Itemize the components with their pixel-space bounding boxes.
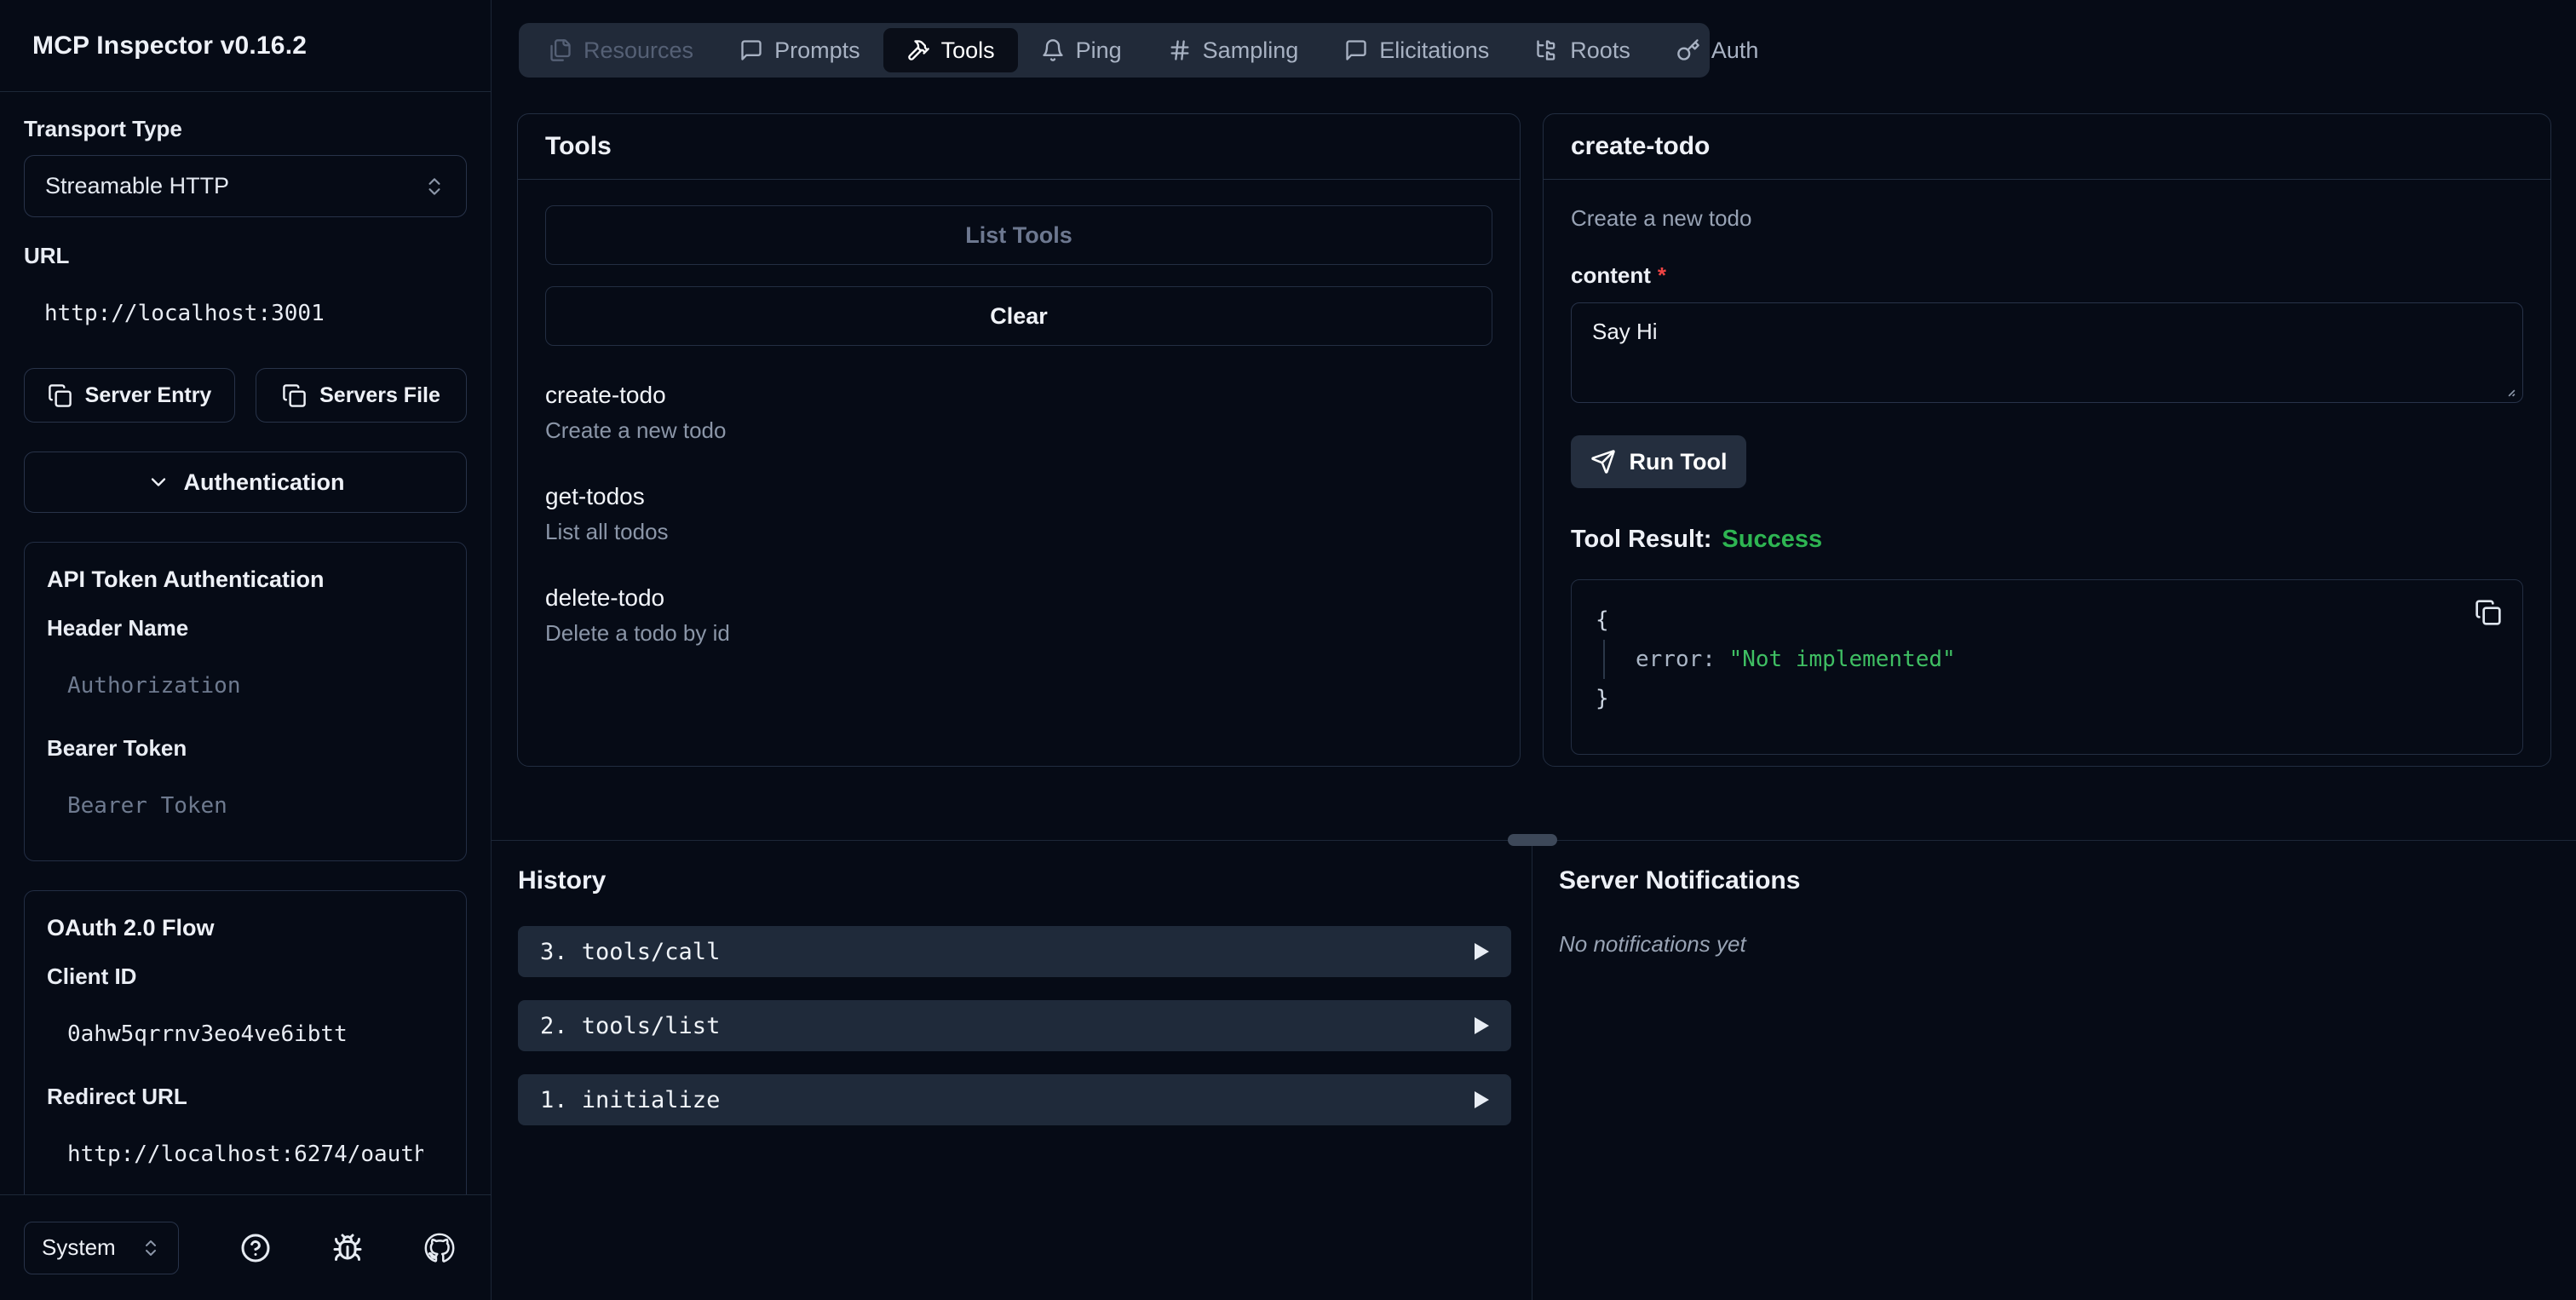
bug-button[interactable]	[332, 1233, 363, 1263]
copy-icon	[2475, 600, 2501, 625]
panel-resize-grip[interactable]	[1508, 834, 1557, 846]
copy-icon	[48, 383, 72, 407]
tool-list-item-create-todo[interactable]: create-todo Create a new todo	[545, 382, 1492, 444]
clear-button[interactable]: Clear	[545, 286, 1492, 346]
expand-play-icon	[1475, 1091, 1489, 1108]
help-button[interactable]	[240, 1233, 271, 1263]
tab-tools[interactable]: Tools	[883, 28, 1018, 72]
tab-resources[interactable]: Resources	[526, 28, 716, 72]
chevrons-up-down-icon	[146, 1240, 156, 1256]
tools-panel-title: Tools	[518, 114, 1520, 180]
api-token-card: API Token Authentication Header Name Bea…	[24, 542, 467, 861]
content-textarea[interactable]: Say Hi	[1571, 302, 2523, 403]
tool-result-line: Tool Result: Success	[1571, 526, 1823, 553]
oauth-card: OAuth 2.0 Flow Client ID Redirect URL Sc…	[24, 890, 467, 1194]
tab-bar: Resources Prompts Tools Ping Sampling El…	[519, 23, 1758, 78]
url-input[interactable]	[24, 282, 467, 344]
no-notifications-text: No notifications yet	[1559, 931, 1746, 957]
chevron-down-icon	[151, 478, 165, 486]
redirect-url-label: Redirect URL	[47, 1084, 187, 1109]
tools-panel: Tools List Tools Clear create-todo Creat…	[517, 113, 1521, 767]
header-name-input[interactable]	[47, 654, 444, 716]
app-title: MCP Inspector v0.16.2	[32, 31, 308, 60]
tab-ping[interactable]: Ping	[1018, 28, 1145, 72]
json-open-brace: {	[1596, 607, 1609, 633]
server-entry-button[interactable]: Server Entry	[24, 368, 235, 423]
main-area: Resources Prompts Tools Ping Sampling El…	[492, 0, 2576, 1300]
tool-detail-description: Create a new todo	[1571, 205, 1752, 231]
help-circle-icon	[241, 1234, 270, 1262]
tool-detail-title: create-todo	[1544, 114, 2550, 180]
bearer-token-input[interactable]	[47, 774, 444, 837]
client-id-label: Client ID	[47, 963, 137, 989]
header-name-label: Header Name	[47, 615, 189, 641]
top-panels: Tools List Tools Clear create-todo Creat…	[517, 113, 2576, 767]
tab-auth[interactable]: Auth	[1653, 28, 1782, 72]
servers-file-button[interactable]: Servers File	[256, 368, 467, 423]
oauth-title: OAuth 2.0 Flow	[47, 915, 215, 940]
main-top-section: Resources Prompts Tools Ping Sampling El…	[492, 0, 2576, 840]
sidebar-footer: System	[0, 1194, 491, 1300]
server-buttons-row: Server Entry Servers File	[24, 368, 467, 423]
tool-list-item-delete-todo[interactable]: delete-todo Delete a todo by id	[545, 584, 1492, 647]
bearer-token-label: Bearer Token	[47, 735, 187, 761]
result-status-badge: Success	[1722, 526, 1823, 553]
history-pane: History 3. tools/call 2. tools/list 1. i…	[492, 841, 1532, 1300]
chevrons-up-down-icon	[428, 177, 440, 195]
tab-roots[interactable]: Roots	[1512, 28, 1653, 72]
json-close-brace: }	[1596, 686, 1609, 711]
bug-icon	[333, 1234, 362, 1261]
tab-prompts[interactable]: Prompts	[716, 28, 883, 72]
bell-icon	[1042, 39, 1063, 61]
history-list: 3. tools/call 2. tools/list 1. initializ…	[518, 926, 1511, 1125]
json-error-row[interactable]: error: "Not implemented"	[1603, 640, 2498, 679]
history-title: History	[518, 866, 607, 894]
history-item-tools-call[interactable]: 3. tools/call	[518, 926, 1511, 977]
key-icon	[1677, 39, 1699, 60]
hammer-icon	[907, 40, 929, 60]
send-icon	[1590, 450, 1615, 474]
main-bottom-section: History 3. tools/call 2. tools/list 1. i…	[492, 840, 2576, 1300]
list-tools-button[interactable]: List Tools	[545, 205, 1492, 265]
resize-handle-icon[interactable]	[2500, 382, 2516, 397]
transport-type-label: Transport Type	[24, 116, 182, 141]
history-item-tools-list[interactable]: 2. tools/list	[518, 1000, 1511, 1051]
transport-type-select[interactable]: Streamable HTTP	[24, 155, 467, 217]
content-param-label: content *	[1571, 262, 1667, 288]
tools-panel-body: List Tools Clear create-todo Create a ne…	[518, 180, 1520, 711]
run-tool-button[interactable]: Run Tool	[1571, 435, 1746, 488]
server-notifications-pane: Server Notifications No notifications ye…	[1532, 841, 2576, 1300]
tool-list: create-todo Create a new todo get-todos …	[545, 382, 1492, 647]
message-square-icon	[1346, 40, 1366, 60]
api-token-title: API Token Authentication	[47, 567, 325, 592]
sidebar-body: Transport Type Streamable HTTP URL Serve…	[0, 92, 491, 1194]
sidebar-header: MCP Inspector v0.16.2	[0, 0, 491, 92]
tool-detail-body: Create a new todo content * Say Hi Run To…	[1544, 180, 2550, 780]
history-item-initialize[interactable]: 1. initialize	[518, 1074, 1511, 1125]
expand-play-icon	[1475, 943, 1489, 960]
folder-tree-icon	[1537, 40, 1555, 60]
hash-icon	[1170, 40, 1189, 60]
tab-sampling[interactable]: Sampling	[1145, 28, 1322, 72]
files-icon	[550, 39, 571, 61]
url-label: URL	[24, 243, 70, 268]
copy-icon	[283, 383, 306, 407]
expand-play-icon	[1475, 1017, 1489, 1034]
github-button[interactable]	[424, 1233, 455, 1263]
message-square-icon	[741, 40, 762, 60]
tab-elicitations[interactable]: Elicitations	[1321, 28, 1512, 72]
server-notifications-title: Server Notifications	[1559, 866, 1801, 894]
theme-select[interactable]: System	[24, 1221, 179, 1274]
tool-result-json: { error: "Not implemented" }	[1571, 579, 2523, 755]
copy-result-button[interactable]	[2475, 599, 2502, 626]
authentication-toggle[interactable]: Authentication	[24, 452, 467, 513]
redirect-url-input[interactable]	[47, 1123, 444, 1185]
transport-type-value: Streamable HTTP	[45, 173, 230, 198]
github-icon	[424, 1233, 455, 1263]
tool-list-item-get-todos[interactable]: get-todos List all todos	[545, 483, 1492, 545]
client-id-input[interactable]	[47, 1003, 444, 1065]
sidebar: MCP Inspector v0.16.2 Transport Type Str…	[0, 0, 492, 1300]
tool-detail-panel: create-todo Create a new todo content * S…	[1543, 113, 2551, 767]
required-asterisk: *	[1657, 262, 1667, 288]
